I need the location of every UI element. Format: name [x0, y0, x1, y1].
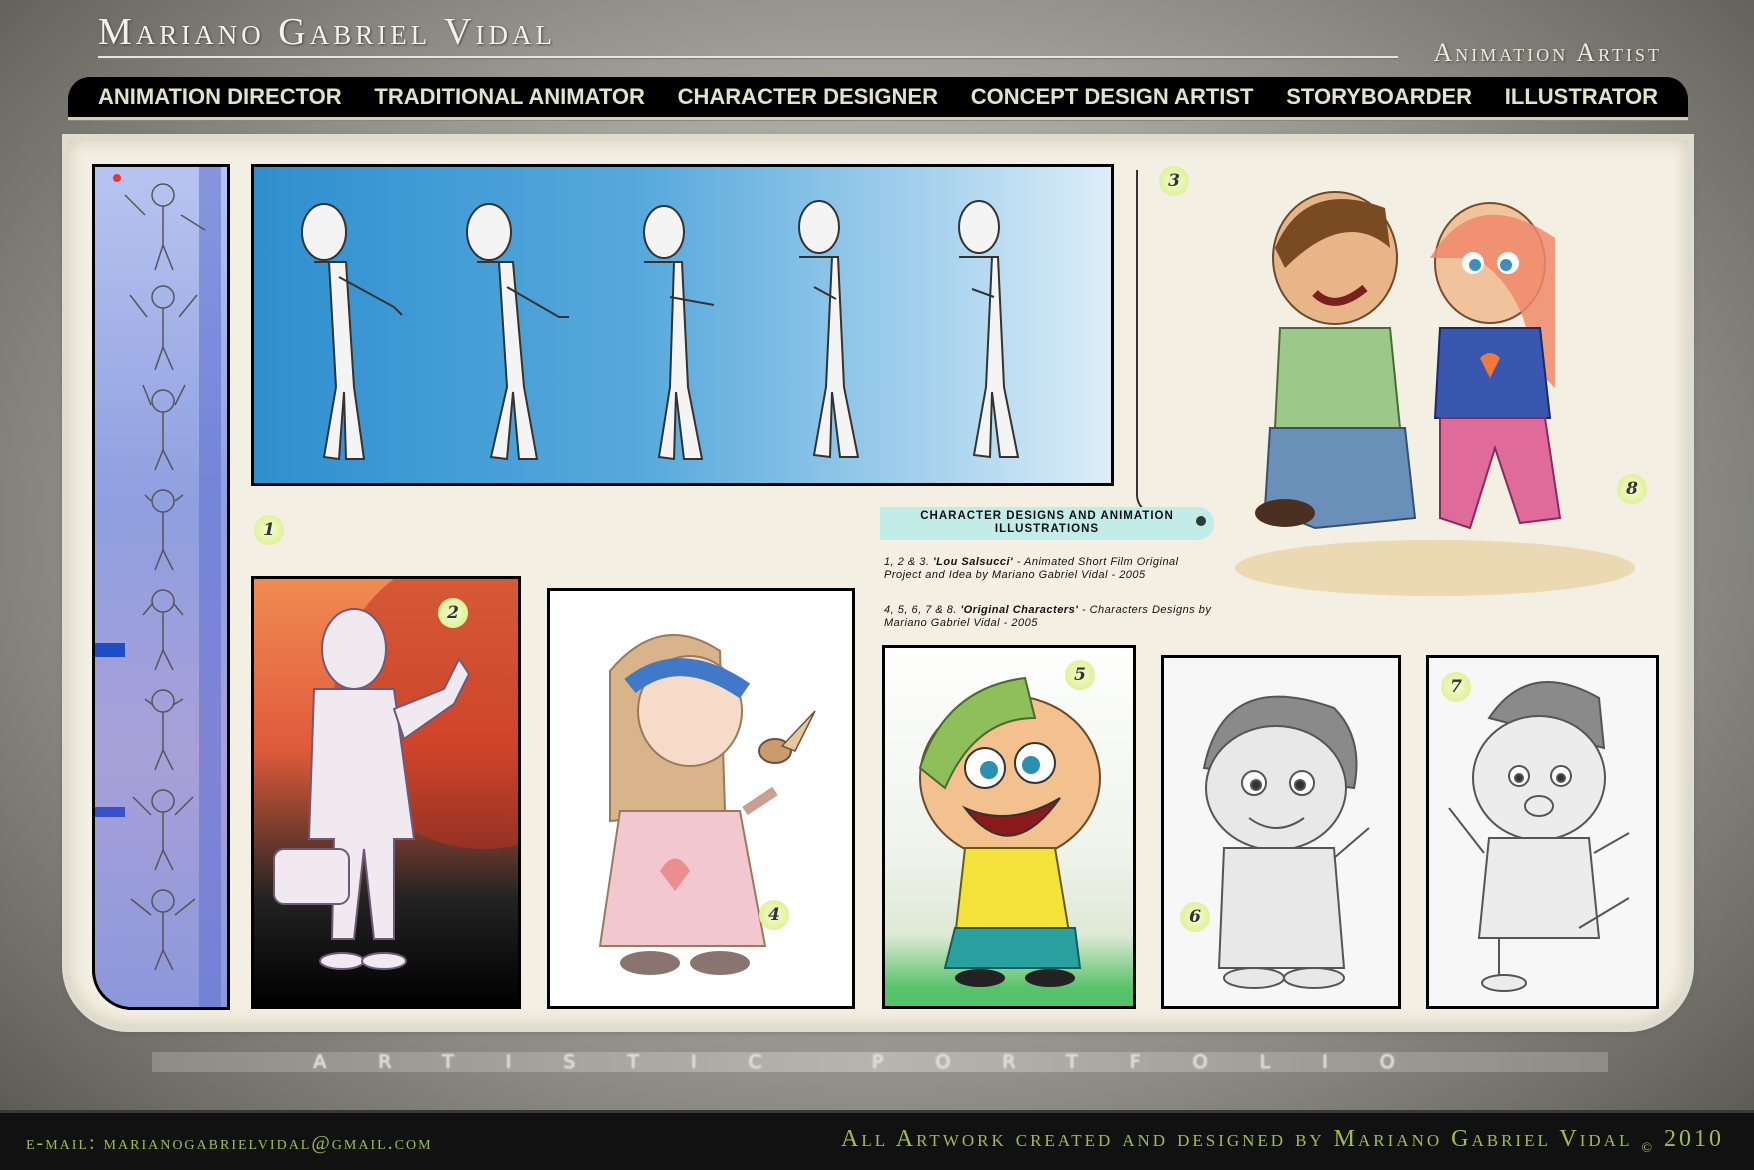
badge-5: 5	[1065, 660, 1095, 690]
caption-entry-1-title: 'Lou Salsucci'	[933, 556, 1014, 568]
girl-with-bird-card[interactable]: 4	[547, 588, 855, 1009]
caption-entry-1-text: - Animated Short Film Original Project a…	[884, 556, 1179, 581]
animation-filmstrip[interactable]	[92, 164, 230, 1010]
walk-cycle-sketches	[301, 200, 1020, 461]
laughing-boy-card[interactable]: 5	[882, 645, 1136, 1009]
copyright-symbol: ©	[1641, 1140, 1655, 1156]
badge-7: 7	[1441, 672, 1471, 702]
pencil-baby-sketch	[1448, 681, 1630, 992]
caption-heading: CHARACTER DESIGNS AND ANIMATION ILLUSTRA…	[880, 507, 1214, 540]
site-subtitle: Animation Artist	[1433, 38, 1662, 67]
girl-with-bird-illustration	[598, 634, 816, 975]
nav-item-traditional-animator[interactable]: TRADITIONAL ANIMATOR	[374, 84, 645, 110]
nav-item-concept-design-artist[interactable]: CONCEPT DESIGN ARTIST	[971, 84, 1254, 110]
caption-entry-1: 1, 2 & 3. 'Lou Salsucci' - Animated Shor…	[884, 556, 1214, 582]
title-rule	[98, 56, 1398, 58]
footer: e-mail: marianogabrielvidal@gmail.com Al…	[0, 1110, 1754, 1170]
kids-artwork	[1235, 191, 1635, 596]
filmstrip-sketches	[95, 167, 221, 1007]
footer-credit-text: All Artwork created and designed by Mari…	[841, 1126, 1633, 1152]
caption-entry-2: 4, 5, 6, 7 & 8. 'Original Characters' - …	[884, 604, 1224, 630]
caption-entry-2-title: 'Original Characters'	[960, 604, 1079, 616]
badge-4: 4	[759, 900, 789, 930]
nav-underline	[68, 117, 1688, 121]
main-nav: ANIMATION DIRECTOR TRADITIONAL ANIMATOR …	[68, 77, 1688, 117]
pencil-boy-sketch	[1202, 695, 1370, 989]
footer-credit: All Artwork created and designed by Mari…	[841, 1126, 1724, 1157]
site-title: Mariano Gabriel Vidal	[98, 11, 556, 53]
caption-entry-2-numbers: 4, 5, 6, 7 & 8.	[884, 604, 957, 616]
badge-2: 2	[438, 598, 468, 628]
businessman-illustration	[273, 579, 518, 970]
nav-item-storyboarder[interactable]: STORYBOARDER	[1286, 84, 1472, 110]
lou-salsucci-character-card[interactable]: 2	[251, 576, 521, 1009]
nav-item-animation-director[interactable]: ANIMATION DIRECTOR	[98, 84, 342, 110]
artistic-portfolio-strip: ARTISTIC PORTFOLIO	[152, 1052, 1608, 1072]
caption-dot	[1196, 516, 1206, 526]
nav-item-illustrator[interactable]: ILLUSTRATOR	[1505, 84, 1658, 110]
footer-email-link[interactable]: e-mail: marianogabrielvidal@gmail.com	[26, 1132, 433, 1155]
nav-item-character-designer[interactable]: CHARACTER DESIGNER	[678, 84, 938, 110]
lou-salsucci-animation-banner[interactable]	[251, 164, 1114, 486]
footer-year: 2010	[1664, 1126, 1724, 1152]
badge-1: 1	[254, 515, 284, 545]
pencil-baby-card[interactable]: 7	[1426, 655, 1659, 1009]
caption-entry-1-numbers: 1, 2 & 3.	[884, 556, 930, 568]
laughing-boy-illustration	[918, 676, 1101, 987]
badge-6: 6	[1180, 902, 1210, 932]
caption-connector-line	[1136, 170, 1202, 515]
badge-8: 8	[1617, 474, 1647, 504]
two-kids-illustration[interactable]: 8	[1225, 168, 1665, 608]
pencil-boy-card[interactable]: 6	[1161, 655, 1401, 1009]
